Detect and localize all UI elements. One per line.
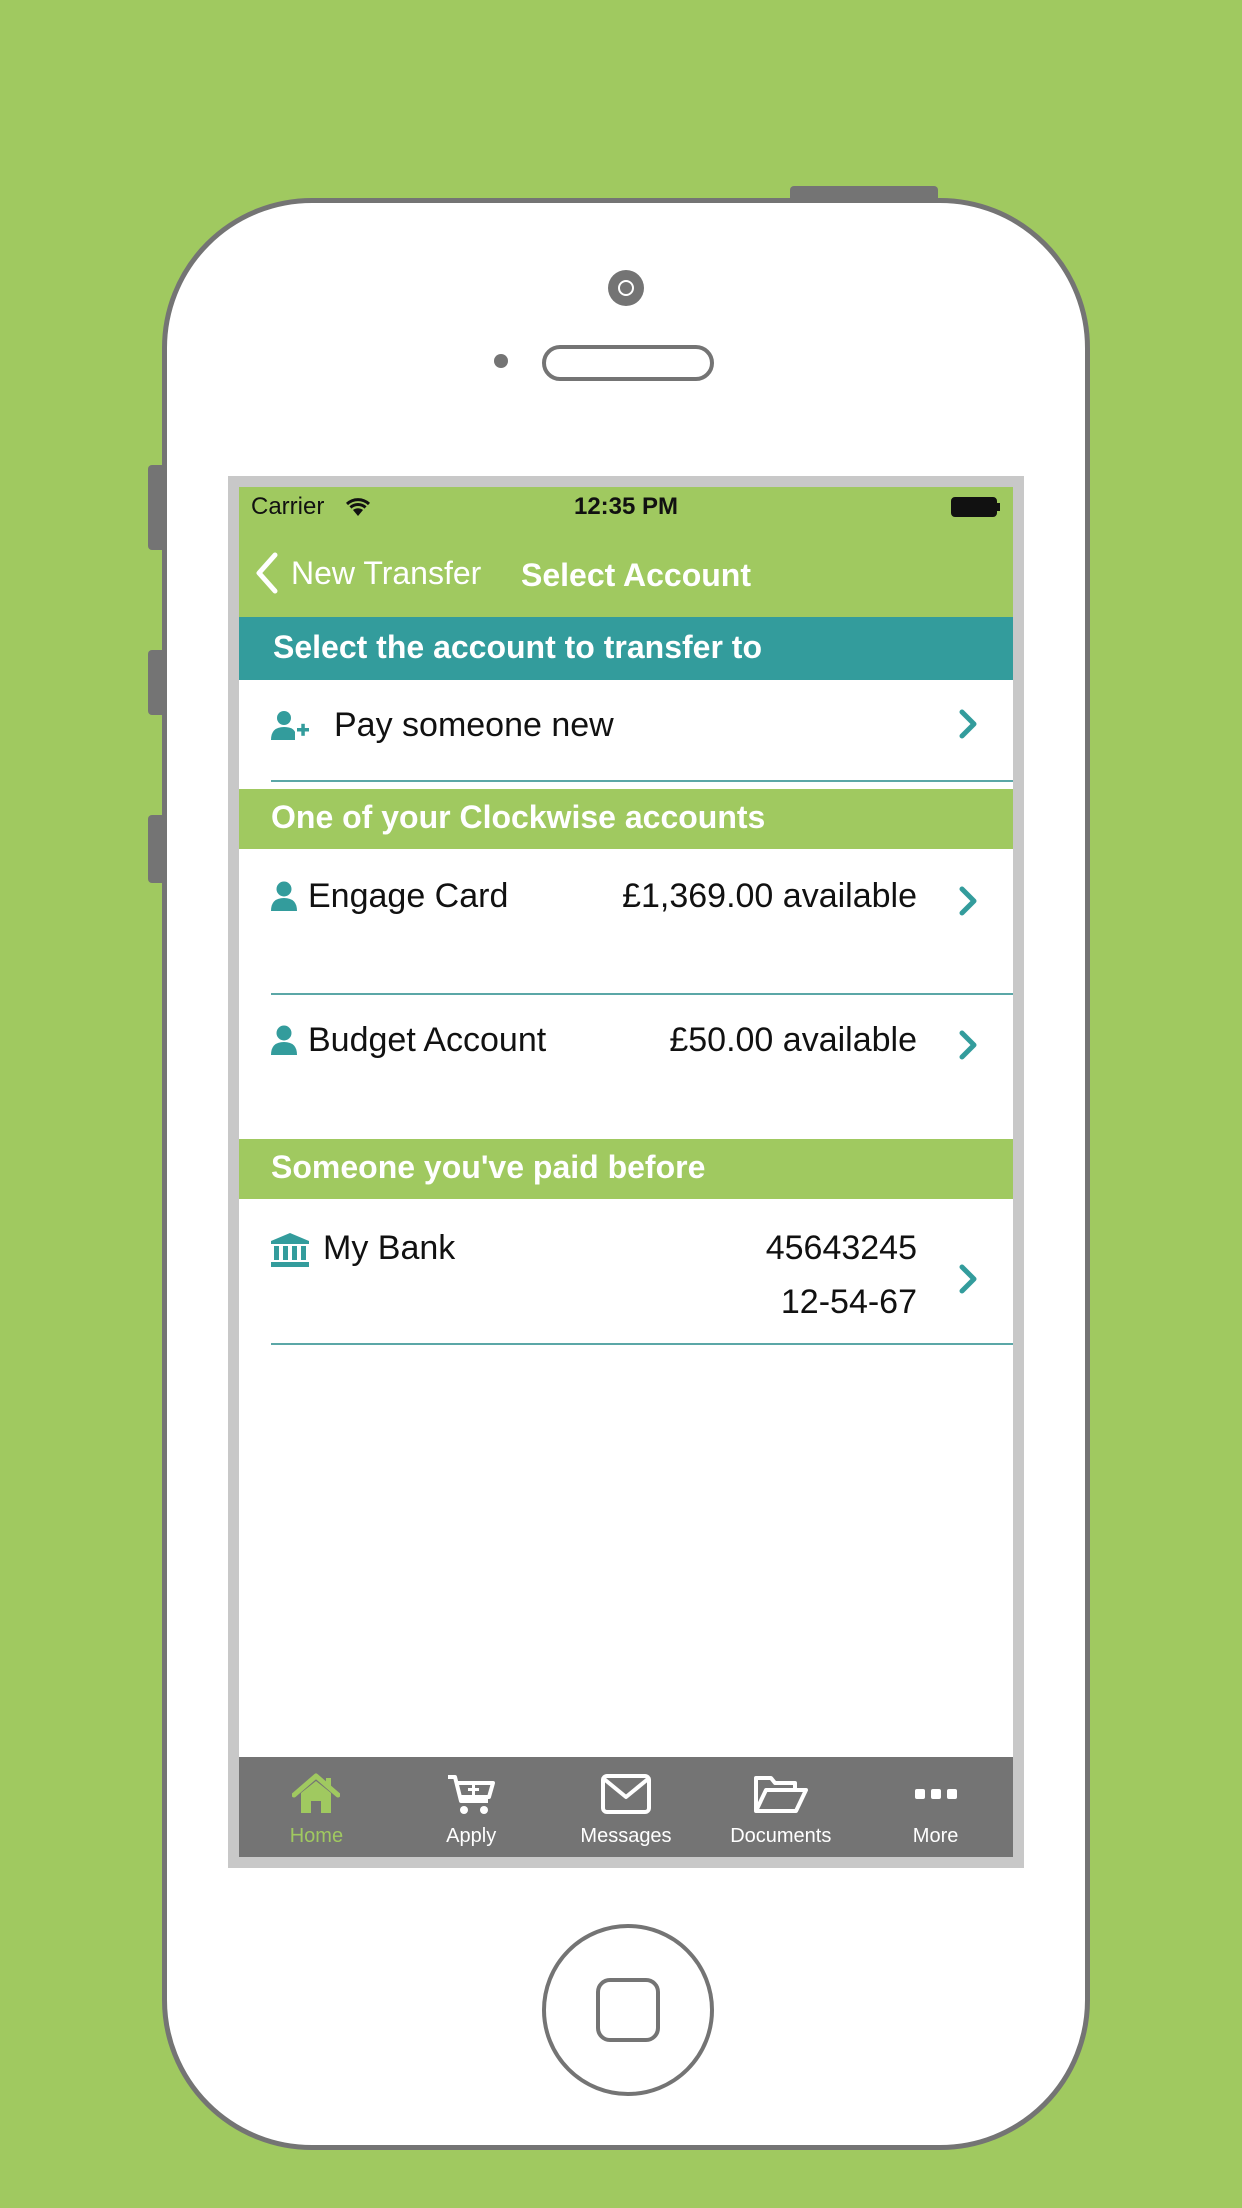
pay-someone-new-label: Pay someone new (334, 706, 614, 744)
tab-label: Documents (730, 1825, 832, 1847)
envelope-icon (600, 1774, 651, 1814)
tab-label: Home (289, 1825, 344, 1847)
chevron-right-icon (959, 886, 977, 916)
home-icon (292, 1773, 341, 1813)
separator (271, 1343, 1013, 1345)
tab-apply[interactable]: Apply (394, 1757, 549, 1857)
chevron-right-icon (959, 1264, 977, 1294)
tab-more[interactable]: More (858, 1757, 1013, 1857)
payee-account-number: 45643245 (765, 1229, 917, 1267)
battery-icon (951, 497, 1000, 517)
user-icon (271, 881, 297, 911)
section-header-clockwise-accounts: One of your Clockwise accounts (239, 789, 1013, 849)
section-header-transfer-to: Select the account to transfer to (239, 617, 1013, 680)
tab-bar: Home Apply Messages Documents More (239, 1757, 1013, 1857)
tab-messages[interactable]: Messages (549, 1757, 704, 1857)
bank-icon (271, 1233, 309, 1267)
chevron-left-icon (256, 552, 278, 594)
camera-icon (608, 270, 644, 306)
status-time: 12:35 PM (573, 493, 679, 520)
account-name: Budget Account (308, 1021, 547, 1059)
chevron-right-icon (959, 1030, 977, 1060)
section-header-paid-before: Someone you've paid before (239, 1139, 1013, 1199)
separator (271, 780, 1013, 782)
user-icon (271, 1025, 297, 1055)
payee-row-my-bank[interactable]: My Bank 45643245 12-54-67 (239, 1199, 1013, 1329)
tab-label: Messages (580, 1825, 672, 1847)
app-screen: Carrier 12:35 PM New Transfer Select Acc… (239, 487, 1013, 1857)
navigation-bar: New Transfer Select Account (239, 529, 1013, 617)
cart-plus-icon (448, 1775, 496, 1814)
tab-label: More (912, 1825, 959, 1847)
account-name: Engage Card (308, 877, 509, 915)
hardware-home-button[interactable] (542, 1924, 714, 2096)
payee-name: My Bank (323, 1229, 456, 1267)
tab-label: Apply (446, 1825, 497, 1847)
status-bar: Carrier 12:35 PM (239, 487, 1013, 529)
account-available: £1,369.00 available (622, 877, 917, 915)
tab-documents[interactable]: Documents (703, 1757, 858, 1857)
payee-sort-code: 12-54-67 (780, 1283, 917, 1321)
account-row-budget-account[interactable]: Budget Account £50.00 available (239, 995, 1013, 1125)
pay-someone-new-row[interactable]: Pay someone new (239, 680, 1013, 770)
folder-open-icon (753, 1776, 808, 1813)
page-title: Select Account (521, 557, 751, 593)
tab-home[interactable]: Home (239, 1757, 394, 1857)
account-available: £50.00 available (669, 1021, 917, 1059)
more-dots-icon (914, 1789, 957, 1799)
back-label: New Transfer (291, 554, 482, 591)
back-button[interactable]: New Transfer (253, 551, 481, 595)
chevron-right-icon (959, 709, 977, 739)
add-user-icon (271, 711, 309, 740)
earpiece-speaker (542, 345, 714, 381)
account-row-engage-card[interactable]: Engage Card £1,369.00 available (239, 849, 1013, 979)
proximity-sensor (494, 354, 508, 368)
